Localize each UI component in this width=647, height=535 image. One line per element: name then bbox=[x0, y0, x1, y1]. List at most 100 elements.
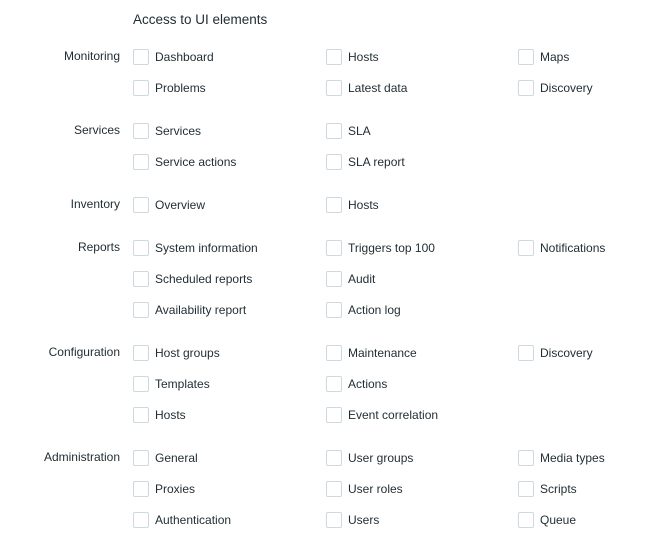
checkbox-unchecked-icon[interactable] bbox=[326, 79, 342, 96]
checkbox-cell-scripts[interactable]: Scripts bbox=[518, 473, 577, 504]
checkbox-unchecked-icon[interactable] bbox=[133, 375, 149, 392]
checkbox-cell-dashboard[interactable]: Dashboard bbox=[133, 41, 214, 72]
checkbox-label[interactable]: Audit bbox=[348, 271, 375, 287]
checkbox-label[interactable]: Action log bbox=[348, 302, 401, 318]
checkbox-unchecked-icon[interactable] bbox=[326, 375, 342, 392]
checkbox-cell-discovery[interactable]: Discovery bbox=[518, 72, 593, 103]
checkbox-label[interactable]: Discovery bbox=[540, 345, 593, 361]
checkbox-label[interactable]: Maps bbox=[540, 49, 569, 65]
checkbox-cell-hosts[interactable]: Hosts bbox=[326, 41, 379, 72]
checkbox-cell-audit[interactable]: Audit bbox=[326, 263, 375, 294]
checkbox-label[interactable]: Service actions bbox=[155, 154, 236, 170]
checkbox-unchecked-icon[interactable] bbox=[326, 153, 342, 170]
checkbox-label[interactable]: Host groups bbox=[155, 345, 220, 361]
checkbox-unchecked-icon[interactable] bbox=[326, 511, 342, 528]
checkbox-unchecked-icon[interactable] bbox=[133, 480, 149, 497]
checkbox-label[interactable]: SLA report bbox=[348, 154, 405, 170]
checkbox-unchecked-icon[interactable] bbox=[518, 344, 534, 361]
checkbox-cell-general[interactable]: General bbox=[133, 442, 198, 473]
checkbox-cell-event-correlation[interactable]: Event correlation bbox=[326, 399, 438, 430]
checkbox-label[interactable]: Discovery bbox=[540, 80, 593, 96]
checkbox-cell-services[interactable]: Services bbox=[133, 115, 201, 146]
checkbox-label[interactable]: Actions bbox=[348, 376, 387, 392]
checkbox-unchecked-icon[interactable] bbox=[518, 79, 534, 96]
checkbox-unchecked-icon[interactable] bbox=[326, 122, 342, 139]
checkbox-unchecked-icon[interactable] bbox=[518, 239, 534, 256]
checkbox-unchecked-icon[interactable] bbox=[133, 153, 149, 170]
checkbox-unchecked-icon[interactable] bbox=[326, 344, 342, 361]
checkbox-unchecked-icon[interactable] bbox=[133, 239, 149, 256]
checkbox-cell-user-roles[interactable]: User roles bbox=[326, 473, 403, 504]
checkbox-unchecked-icon[interactable] bbox=[518, 480, 534, 497]
checkbox-cell-maps[interactable]: Maps bbox=[518, 41, 569, 72]
checkbox-unchecked-icon[interactable] bbox=[133, 511, 149, 528]
checkbox-cell-proxies[interactable]: Proxies bbox=[133, 473, 195, 504]
checkbox-label[interactable]: Hosts bbox=[155, 407, 186, 423]
checkbox-cell-actions[interactable]: Actions bbox=[326, 368, 387, 399]
checkbox-unchecked-icon[interactable] bbox=[326, 301, 342, 318]
checkbox-cell-authentication[interactable]: Authentication bbox=[133, 504, 231, 535]
checkbox-unchecked-icon[interactable] bbox=[326, 239, 342, 256]
checkbox-unchecked-icon[interactable] bbox=[133, 406, 149, 423]
checkbox-label[interactable]: Users bbox=[348, 512, 379, 528]
checkbox-cell-triggers-top-100[interactable]: Triggers top 100 bbox=[326, 232, 435, 263]
checkbox-label[interactable]: User groups bbox=[348, 450, 413, 466]
checkbox-cell-discovery[interactable]: Discovery bbox=[518, 337, 593, 368]
checkbox-cell-system-information[interactable]: System information bbox=[133, 232, 258, 263]
checkbox-cell-overview[interactable]: Overview bbox=[133, 189, 205, 220]
checkbox-cell-sla-report[interactable]: SLA report bbox=[326, 146, 405, 177]
checkbox-cell-availability-report[interactable]: Availability report bbox=[133, 294, 246, 325]
checkbox-cell-problems[interactable]: Problems bbox=[133, 72, 206, 103]
checkbox-label[interactable]: Notifications bbox=[540, 240, 605, 256]
checkbox-unchecked-icon[interactable] bbox=[133, 344, 149, 361]
checkbox-cell-queue[interactable]: Queue bbox=[518, 504, 576, 535]
checkbox-cell-media-types[interactable]: Media types bbox=[518, 442, 605, 473]
checkbox-cell-latest-data[interactable]: Latest data bbox=[326, 72, 407, 103]
checkbox-cell-maintenance[interactable]: Maintenance bbox=[326, 337, 417, 368]
checkbox-unchecked-icon[interactable] bbox=[326, 406, 342, 423]
checkbox-cell-user-groups[interactable]: User groups bbox=[326, 442, 413, 473]
checkbox-cell-sla[interactable]: SLA bbox=[326, 115, 371, 146]
checkbox-label[interactable]: Overview bbox=[155, 197, 205, 213]
checkbox-label[interactable]: General bbox=[155, 450, 198, 466]
checkbox-label[interactable]: Scheduled reports bbox=[155, 271, 252, 287]
checkbox-unchecked-icon[interactable] bbox=[326, 196, 342, 213]
checkbox-unchecked-icon[interactable] bbox=[133, 79, 149, 96]
checkbox-cell-service-actions[interactable]: Service actions bbox=[133, 146, 236, 177]
checkbox-unchecked-icon[interactable] bbox=[133, 48, 149, 65]
checkbox-label[interactable]: Problems bbox=[155, 80, 206, 96]
checkbox-label[interactable]: System information bbox=[155, 240, 258, 256]
checkbox-unchecked-icon[interactable] bbox=[133, 301, 149, 318]
checkbox-unchecked-icon[interactable] bbox=[326, 48, 342, 65]
checkbox-cell-action-log[interactable]: Action log bbox=[326, 294, 401, 325]
checkbox-unchecked-icon[interactable] bbox=[133, 449, 149, 466]
checkbox-unchecked-icon[interactable] bbox=[518, 48, 534, 65]
checkbox-label[interactable]: SLA bbox=[348, 123, 371, 139]
checkbox-label[interactable]: Availability report bbox=[155, 302, 246, 318]
checkbox-cell-hosts[interactable]: Hosts bbox=[326, 189, 379, 220]
checkbox-cell-hosts[interactable]: Hosts bbox=[133, 399, 186, 430]
checkbox-label[interactable]: Dashboard bbox=[155, 49, 214, 65]
checkbox-unchecked-icon[interactable] bbox=[518, 511, 534, 528]
checkbox-label[interactable]: Scripts bbox=[540, 481, 577, 497]
checkbox-unchecked-icon[interactable] bbox=[133, 270, 149, 287]
checkbox-label[interactable]: Proxies bbox=[155, 481, 195, 497]
checkbox-label[interactable]: Authentication bbox=[155, 512, 231, 528]
checkbox-label[interactable]: Services bbox=[155, 123, 201, 139]
checkbox-cell-templates[interactable]: Templates bbox=[133, 368, 210, 399]
checkbox-label[interactable]: Event correlation bbox=[348, 407, 438, 423]
checkbox-label[interactable]: Maintenance bbox=[348, 345, 417, 361]
checkbox-label[interactable]: Media types bbox=[540, 450, 605, 466]
checkbox-unchecked-icon[interactable] bbox=[326, 270, 342, 287]
checkbox-cell-notifications[interactable]: Notifications bbox=[518, 232, 605, 263]
checkbox-label[interactable]: Hosts bbox=[348, 49, 379, 65]
checkbox-label[interactable]: Queue bbox=[540, 512, 576, 528]
checkbox-label[interactable]: Triggers top 100 bbox=[348, 240, 435, 256]
checkbox-unchecked-icon[interactable] bbox=[326, 449, 342, 466]
checkbox-label[interactable]: User roles bbox=[348, 481, 403, 497]
checkbox-unchecked-icon[interactable] bbox=[326, 480, 342, 497]
checkbox-cell-users[interactable]: Users bbox=[326, 504, 379, 535]
checkbox-label[interactable]: Hosts bbox=[348, 197, 379, 213]
checkbox-unchecked-icon[interactable] bbox=[133, 196, 149, 213]
checkbox-label[interactable]: Latest data bbox=[348, 80, 407, 96]
